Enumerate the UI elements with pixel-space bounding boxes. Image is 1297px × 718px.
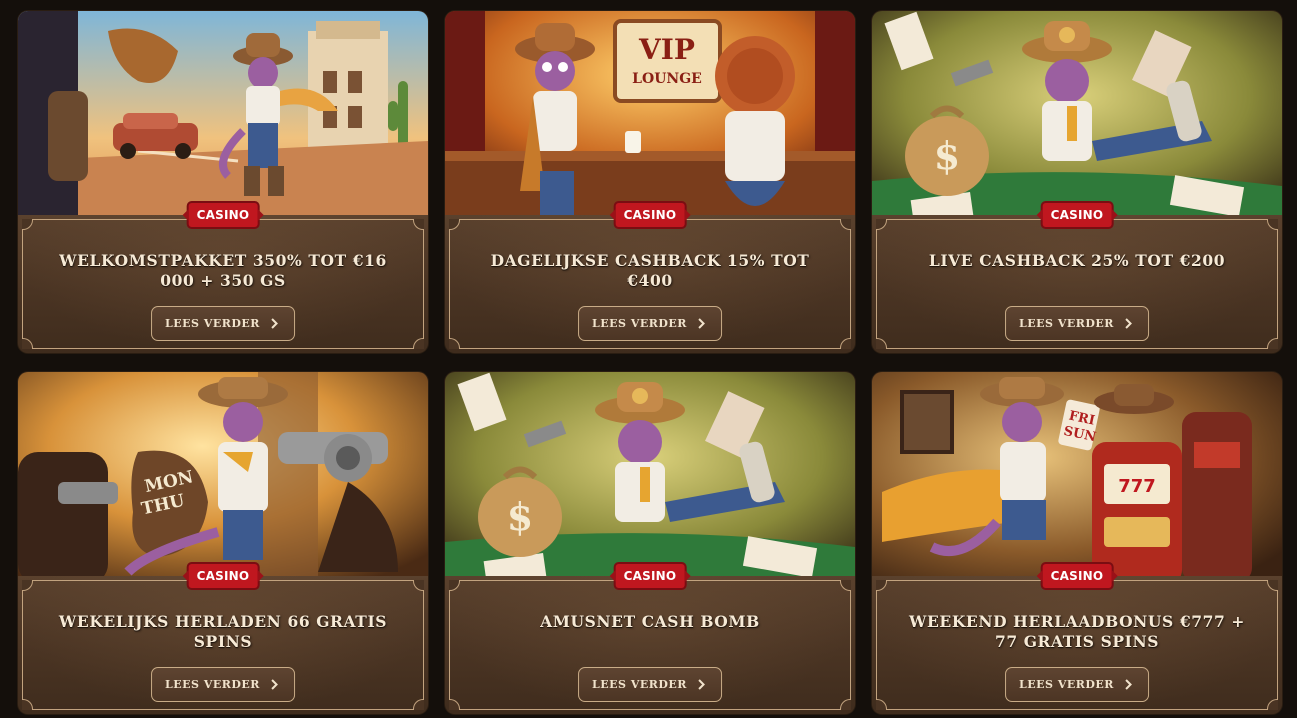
- chevron-right-icon: [1125, 679, 1132, 690]
- read-more-button[interactable]: LEES VERDER: [578, 667, 722, 702]
- casino-badge: CASINO: [1036, 203, 1117, 227]
- read-more-button[interactable]: LEES VERDER: [151, 667, 295, 702]
- casino-badge: CASINO: [609, 564, 690, 588]
- promo-card-weekly-reload[interactable]: MON THU CASINO WEKELIJKS HERLADEN 66 GRA…: [18, 372, 428, 714]
- promo-image-poker-table[interactable]: $: [445, 372, 855, 584]
- casino-badge: CASINO: [182, 564, 263, 588]
- promo-image-poker-table[interactable]: $: [872, 11, 1282, 223]
- promo-image-desert-town[interactable]: [18, 11, 428, 223]
- read-more-label: LEES VERDER: [592, 317, 687, 330]
- promo-image-vip-lounge[interactable]: VIP LOUNGE: [445, 11, 855, 223]
- promo-panel: CASINO AMUSNET CASH BOMB LEES VERDER: [445, 564, 855, 714]
- promo-title: DAGELIJKSE CASHBACK 15% TOT €400: [490, 251, 810, 290]
- read-more-button[interactable]: LEES VERDER: [1005, 667, 1149, 702]
- chevron-right-icon: [1125, 318, 1132, 329]
- chevron-right-icon: [698, 318, 705, 329]
- promo-image-mon-thu-sack[interactable]: MON THU: [18, 372, 428, 584]
- read-more-label: LEES VERDER: [1019, 317, 1114, 330]
- casino-badge: CASINO: [182, 203, 263, 227]
- read-more-label: LEES VERDER: [592, 678, 687, 691]
- chevron-right-icon: [271, 318, 278, 329]
- vip-sign-text: VIP: [638, 33, 695, 66]
- casino-badge: CASINO: [609, 203, 690, 227]
- promo-title: LIVE CASHBACK 25% TOT €200: [928, 251, 1226, 270]
- promo-card-weekend-reload[interactable]: FRI SUN 777 CASINO WEEKEND HERLAADBONUS …: [872, 372, 1282, 714]
- promo-panel: CASINO WEEKEND HERLAADBONUS €777 + 77 GR…: [872, 564, 1282, 714]
- chevron-right-icon: [698, 679, 705, 690]
- promo-title: WELKOMSTPAKKET 350% TOT €16 000 + 350 GS: [59, 251, 387, 290]
- read-more-label: LEES VERDER: [1019, 678, 1114, 691]
- svg-text:777: 777: [1118, 476, 1156, 497]
- read-more-button[interactable]: LEES VERDER: [1005, 306, 1149, 341]
- casino-badge: CASINO: [1036, 564, 1117, 588]
- svg-text:$: $: [507, 494, 533, 539]
- promo-panel: CASINO LIVE CASHBACK 25% TOT €200 LEES V…: [872, 203, 1282, 353]
- chevron-right-icon: [271, 679, 278, 690]
- read-more-button[interactable]: LEES VERDER: [578, 306, 722, 341]
- promo-title: WEEKEND HERLAADBONUS €777 + 77 GRATIS SP…: [909, 612, 1245, 651]
- promo-panel: CASINO DAGELIJKSE CASHBACK 15% TOT €400 …: [445, 203, 855, 353]
- read-more-label: LEES VERDER: [165, 678, 260, 691]
- promo-card-amusnet-cash-bomb[interactable]: $ CASINO AMUSNET CASH BOMB LEES VERDER: [445, 372, 855, 714]
- read-more-button[interactable]: LEES VERDER: [151, 306, 295, 341]
- promo-title: AMUSNET CASH BOMB: [540, 612, 760, 631]
- promo-image-slot-machine[interactable]: FRI SUN 777: [872, 372, 1282, 584]
- promo-panel: CASINO WELKOMSTPAKKET 350% TOT €16 000 +…: [18, 203, 428, 353]
- promo-card-live-cashback[interactable]: $ CASINO LIVE CASHBACK 25% TOT €200 LEES…: [872, 11, 1282, 353]
- promotions-grid: CASINO WELKOMSTPAKKET 350% TOT €16 000 +…: [18, 11, 1282, 714]
- promo-title: WEKELIJKS HERLADEN 66 GRATIS SPINS: [58, 612, 388, 651]
- promo-card-welcome[interactable]: CASINO WELKOMSTPAKKET 350% TOT €16 000 +…: [18, 11, 428, 353]
- promo-card-daily-cashback[interactable]: VIP LOUNGE CASINO DAGELIJKSE CASHBACK 15…: [445, 11, 855, 353]
- promo-panel: CASINO WEKELIJKS HERLADEN 66 GRATIS SPIN…: [18, 564, 428, 714]
- dollar-sign-text: $: [934, 133, 960, 178]
- read-more-label: LEES VERDER: [165, 317, 260, 330]
- svg-text:LOUNGE: LOUNGE: [632, 71, 702, 87]
